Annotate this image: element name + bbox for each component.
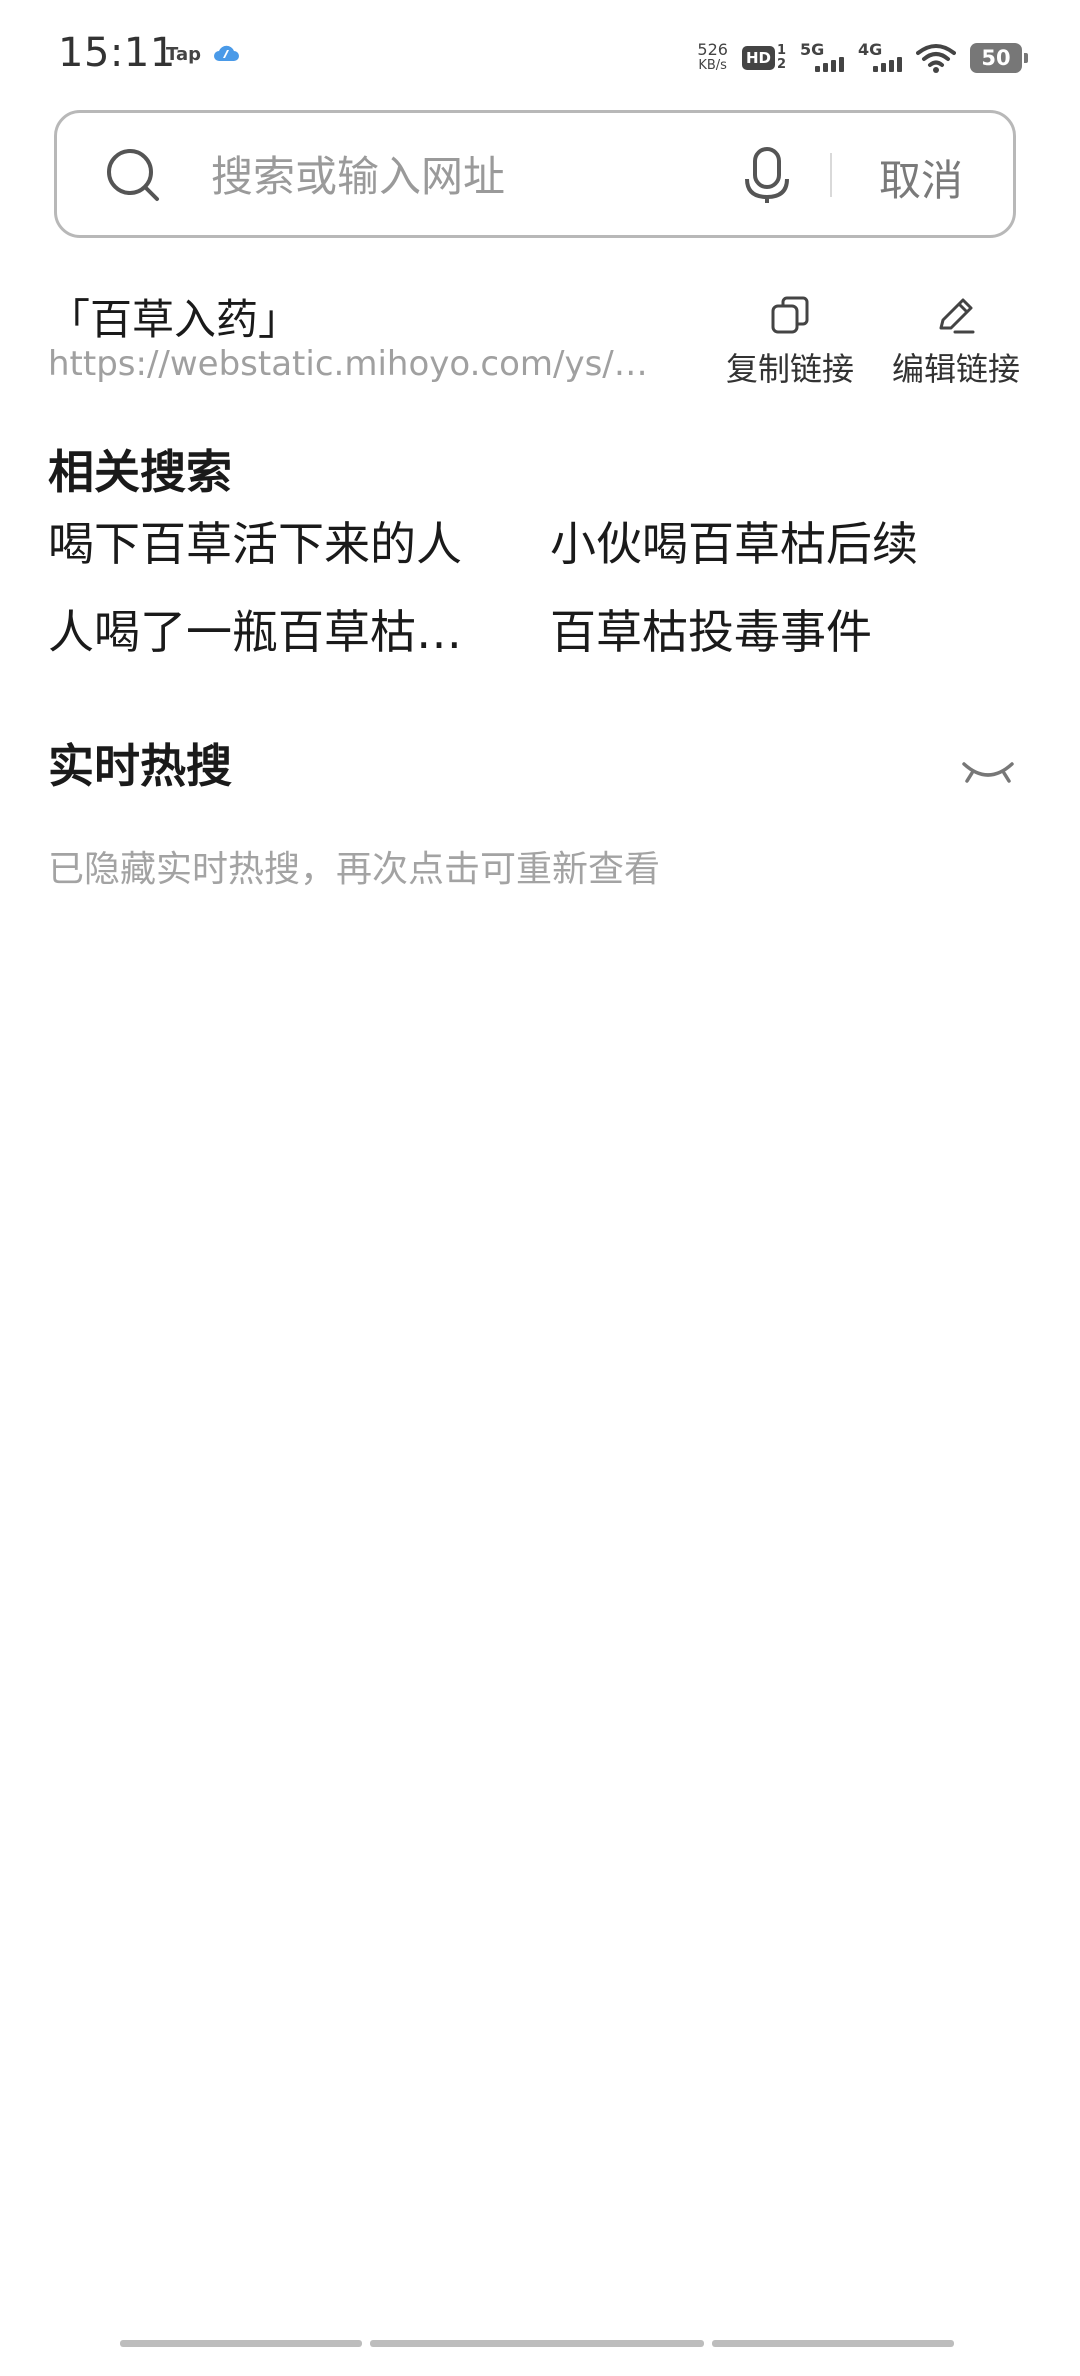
status-indicators: 526 KB/s HD 1 2 5G 4G 50	[697, 38, 1028, 78]
current-page-url[interactable]: https://webstatic.mihoyo.com/ys/…	[48, 344, 658, 384]
status-time: 15:11	[58, 30, 176, 76]
tap-app-icon: Tap	[166, 44, 201, 65]
cancel-button[interactable]: 取消	[879, 147, 963, 208]
copy-icon	[771, 296, 809, 334]
microphone-icon[interactable]	[737, 145, 797, 205]
eye-closed-icon[interactable]	[960, 752, 1016, 792]
hd-slot-bottom: 2	[776, 57, 786, 72]
related-searches-heading: 相关搜索	[48, 445, 232, 499]
related-search-item[interactable]: 百草枯投毒事件	[550, 596, 872, 662]
related-search-item[interactable]: 人喝了一瓶百草枯…	[48, 596, 462, 662]
copy-link-button[interactable]: 复制链接	[726, 292, 854, 390]
edit-link-label: 编辑链接	[892, 350, 1021, 388]
signal-5g-icon: 5G	[800, 40, 844, 76]
hot-search-heading: 实时热搜	[48, 739, 232, 793]
signal-4g-icon: 4G	[858, 40, 902, 76]
copy-link-label: 复制链接	[726, 350, 855, 388]
search-bar: 取消	[54, 110, 1016, 238]
cloud-icon	[214, 45, 239, 61]
search-divider	[830, 153, 832, 197]
network-speed-unit: KB/s	[698, 58, 727, 73]
pencil-icon	[939, 298, 975, 334]
status-bar: 15:11 Tap 526 KB/s HD 1 2 5G 4G 50	[0, 0, 1080, 112]
related-search-item[interactable]: 喝下百草活下来的人	[48, 508, 462, 574]
search-icon	[107, 149, 159, 201]
network-speed-value: 526	[697, 40, 728, 59]
current-page-title[interactable]: 「百草入药」	[48, 286, 300, 347]
related-search-item[interactable]: 小伙喝百草枯后续	[550, 508, 918, 574]
hd-label: HD	[741, 46, 775, 70]
edit-link-button[interactable]: 编辑链接	[892, 292, 1020, 390]
search-input[interactable]	[209, 143, 773, 209]
battery-icon: 50	[970, 43, 1028, 73]
hd-slots: 1 2	[777, 44, 786, 72]
bottom-nav-indicator	[120, 2340, 954, 2347]
wifi-icon	[916, 44, 956, 73]
hd-voice-icon: HD 1 2	[741, 44, 786, 72]
hd-slot-top: 1	[776, 43, 786, 58]
network-speed: 526 KB/s	[697, 42, 728, 74]
hot-search-hidden-note: 已隐藏实时热搜，再次点击可重新查看	[48, 849, 661, 890]
